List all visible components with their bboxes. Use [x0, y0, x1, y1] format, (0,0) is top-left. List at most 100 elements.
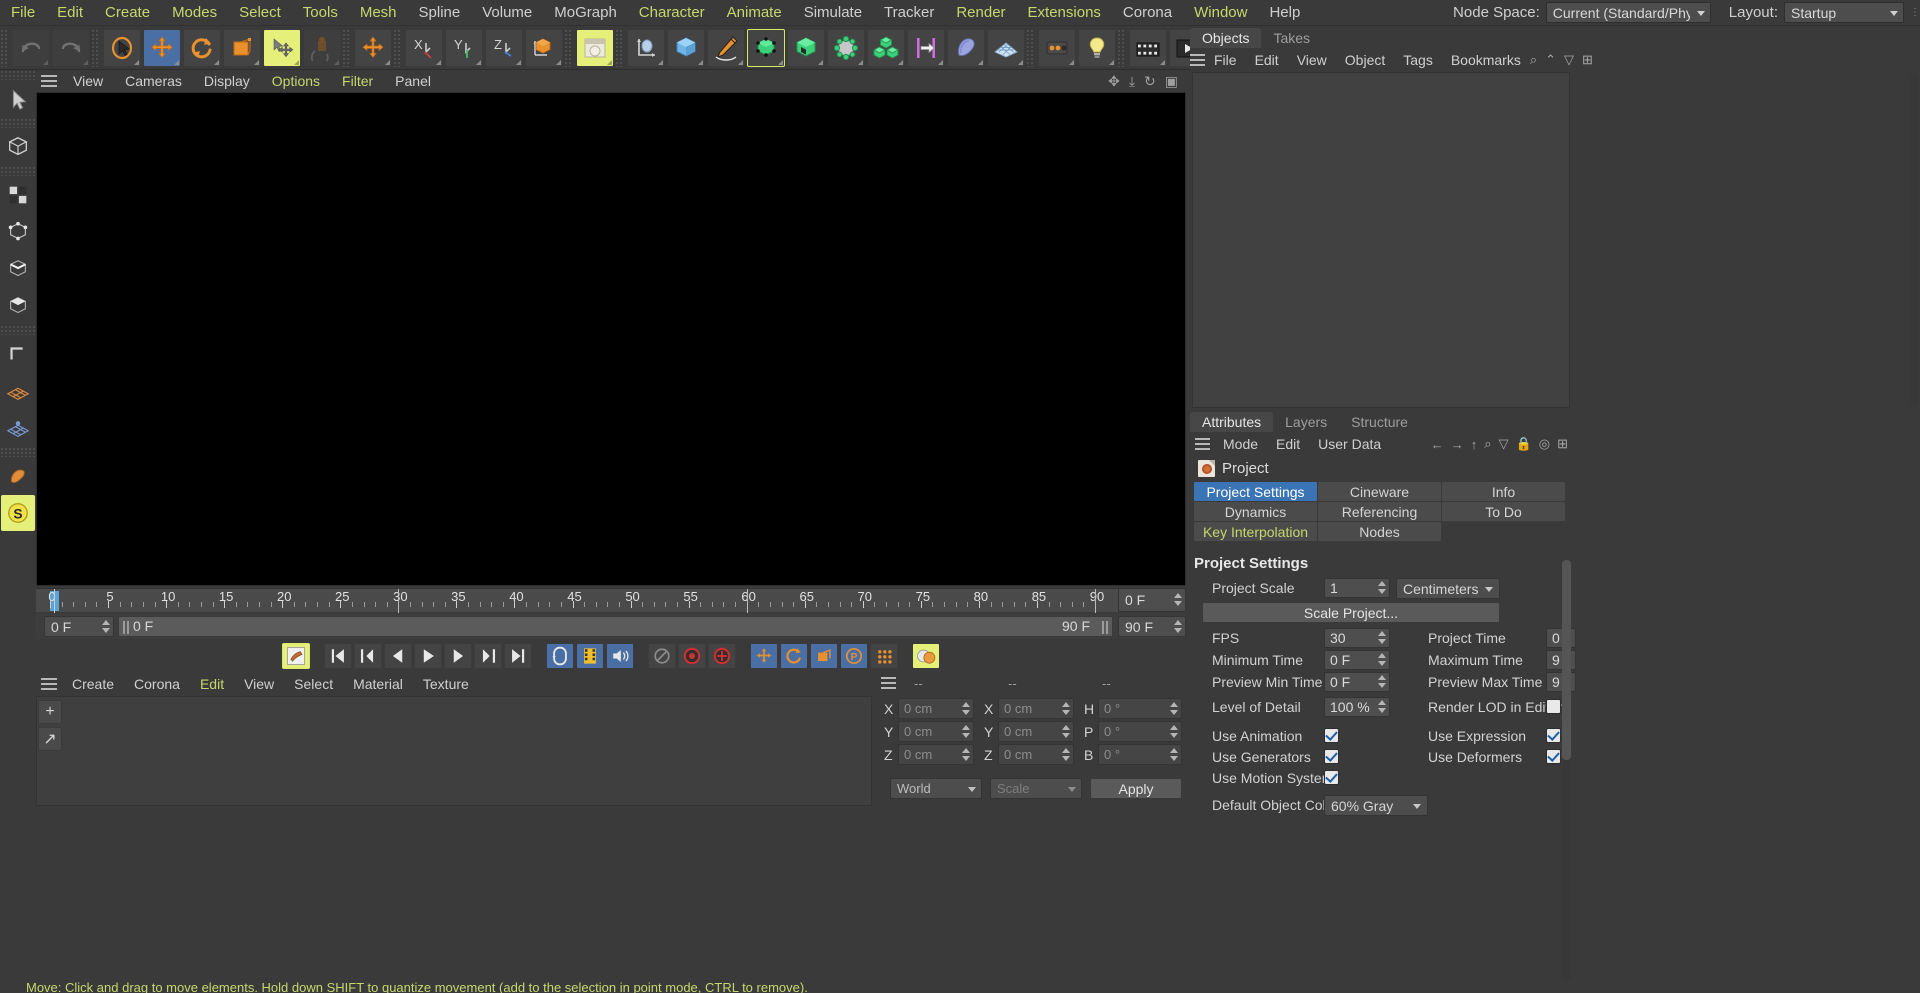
snap-button[interactable] — [1, 410, 35, 446]
autokeying-button[interactable] — [678, 643, 706, 669]
step-forward-button[interactable] — [444, 643, 472, 669]
pan-icon[interactable]: ✥ — [1108, 73, 1120, 90]
stepper-icon[interactable] — [962, 748, 970, 762]
stepper-icon[interactable] — [1174, 620, 1182, 634]
use-deformers-checkbox[interactable] — [1546, 749, 1561, 764]
flyout-corner-icon[interactable] — [43, 60, 48, 65]
stepper-icon[interactable] — [1170, 748, 1178, 762]
mograph-button[interactable] — [867, 29, 905, 67]
stepper-icon[interactable] — [1170, 702, 1178, 716]
toolbar-grip[interactable] — [564, 29, 573, 67]
coord-size-Y[interactable]: 0 cm — [998, 721, 1074, 742]
menu-item-animate[interactable]: Animate — [716, 1, 793, 25]
viewport-menu-panel[interactable]: Panel — [384, 72, 442, 90]
zoom-icon[interactable]: ⤓ — [1129, 73, 1135, 90]
flyout-corner-icon[interactable] — [658, 60, 663, 65]
default-object-color-select[interactable]: 60% Gray — [1324, 795, 1428, 816]
texture-mode-button[interactable] — [1, 177, 35, 213]
palette-grip[interactable] — [0, 166, 36, 176]
flyout-corner-icon[interactable] — [738, 60, 743, 65]
flyout-corner-icon[interactable] — [1160, 60, 1165, 65]
redo-button[interactable] — [52, 29, 90, 67]
stepper-icon[interactable] — [1062, 725, 1070, 739]
scale-project-button[interactable]: Scale Project... — [1202, 602, 1500, 623]
primitive-cube-button[interactable] — [667, 29, 705, 67]
material-menu-material[interactable]: Material — [343, 675, 413, 693]
range-grip-left2[interactable] — [127, 621, 129, 634]
live-selection-button[interactable] — [103, 29, 141, 67]
use-expression-checkbox[interactable] — [1546, 728, 1561, 743]
frame-mode-button[interactable] — [576, 643, 604, 669]
flyout-corner-icon[interactable] — [778, 60, 783, 65]
timeline-end-frame-field[interactable]: 0 F — [1118, 588, 1186, 612]
flyout-corner-icon[interactable] — [214, 60, 219, 65]
coord-rotation-B[interactable]: 0 ° — [1098, 744, 1182, 765]
nurbs-button[interactable] — [747, 29, 785, 67]
attribute-tab-dynamics[interactable]: Dynamics — [1194, 502, 1317, 521]
flyout-corner-icon[interactable] — [254, 60, 259, 65]
flyout-corner-icon[interactable] — [898, 60, 903, 65]
filter-icon[interactable]: ▽ — [1564, 52, 1574, 68]
loop-button[interactable] — [546, 643, 574, 669]
corona-material-button[interactable] — [1, 458, 35, 494]
autokey-button[interactable] — [282, 643, 310, 669]
dynamic-place-button[interactable] — [263, 29, 301, 67]
subdivision-button[interactable] — [787, 29, 825, 67]
go-to-start-button[interactable] — [324, 643, 352, 669]
scrollbar-thumb[interactable] — [1562, 560, 1571, 760]
viewport-menu-display[interactable]: Display — [193, 72, 261, 90]
key-rotation-button[interactable] — [780, 643, 808, 669]
lock-icon[interactable]: 🔒 — [1516, 436, 1532, 452]
use-animation-checkbox[interactable] — [1324, 728, 1339, 743]
rotate-icon[interactable]: ↻ — [1144, 73, 1156, 90]
filter-icon[interactable]: ▽ — [1499, 436, 1509, 452]
sound-button[interactable] — [606, 643, 634, 669]
menu-item-extensions[interactable]: Extensions — [1017, 1, 1112, 25]
coordinates-menu-icon[interactable] — [876, 677, 900, 689]
flyout-corner-icon[interactable] — [334, 60, 339, 65]
menu-item-tracker[interactable]: Tracker — [873, 1, 945, 25]
maximize-icon[interactable]: ▣ — [1165, 73, 1178, 90]
toolbar-grip[interactable] — [0, 29, 9, 67]
attribute-menu-icon[interactable] — [1190, 438, 1214, 450]
render-view-button[interactable] — [576, 29, 614, 67]
menu-item-help[interactable]: Help — [1258, 1, 1311, 25]
fps-field[interactable]: 30 — [1324, 628, 1390, 648]
stepper-icon[interactable] — [1062, 748, 1070, 762]
material-menu-view[interactable]: View — [234, 675, 284, 693]
flyout-corner-icon[interactable] — [436, 60, 441, 65]
flyout-corner-icon[interactable] — [1109, 60, 1114, 65]
null-object-button[interactable] — [627, 29, 665, 67]
expand-icon[interactable]: ⊞ — [1557, 436, 1568, 452]
flyout-corner-icon[interactable] — [818, 60, 823, 65]
am-menu-mode[interactable]: Mode — [1214, 435, 1267, 453]
tab-layers[interactable]: Layers — [1273, 412, 1339, 432]
stepper-icon[interactable] — [102, 620, 110, 634]
viewport-menu-options[interactable]: Options — [261, 72, 331, 90]
record-active-button[interactable] — [648, 643, 676, 669]
timeline-range-bar[interactable]: 0 F 90 F — [118, 616, 1113, 637]
next-key-button[interactable] — [474, 643, 502, 669]
menu-item-corona[interactable]: Corona — [1112, 1, 1183, 25]
stepper-icon[interactable] — [1170, 725, 1178, 739]
preview-min-time-field[interactable]: 0 F — [1324, 672, 1390, 692]
step-back-button[interactable] — [384, 643, 412, 669]
stepper-icon[interactable] — [1174, 593, 1182, 607]
previous-key-button[interactable] — [354, 643, 382, 669]
stepper-icon[interactable] — [1378, 675, 1386, 689]
tab-structure[interactable]: Structure — [1339, 412, 1420, 432]
coord-space-select[interactable]: World — [890, 778, 982, 799]
toolbar-grip[interactable] — [393, 29, 402, 67]
deformer-button[interactable] — [827, 29, 865, 67]
polygon-mode-button[interactable] — [1, 288, 35, 324]
timeline-playhead[interactable] — [54, 589, 55, 613]
flyout-corner-icon[interactable] — [294, 60, 299, 65]
flyout-corner-icon[interactable] — [1069, 60, 1074, 65]
menu-item-render[interactable]: Render — [945, 1, 1016, 25]
flyout-corner-icon[interactable] — [607, 60, 612, 65]
material-manager-body[interactable] — [36, 696, 872, 806]
flyout-corner-icon[interactable] — [174, 60, 179, 65]
material-menu-select[interactable]: Select — [284, 675, 343, 693]
om-menu-edit[interactable]: Edit — [1246, 51, 1288, 69]
corona-renderer-button[interactable]: S — [1, 495, 35, 531]
